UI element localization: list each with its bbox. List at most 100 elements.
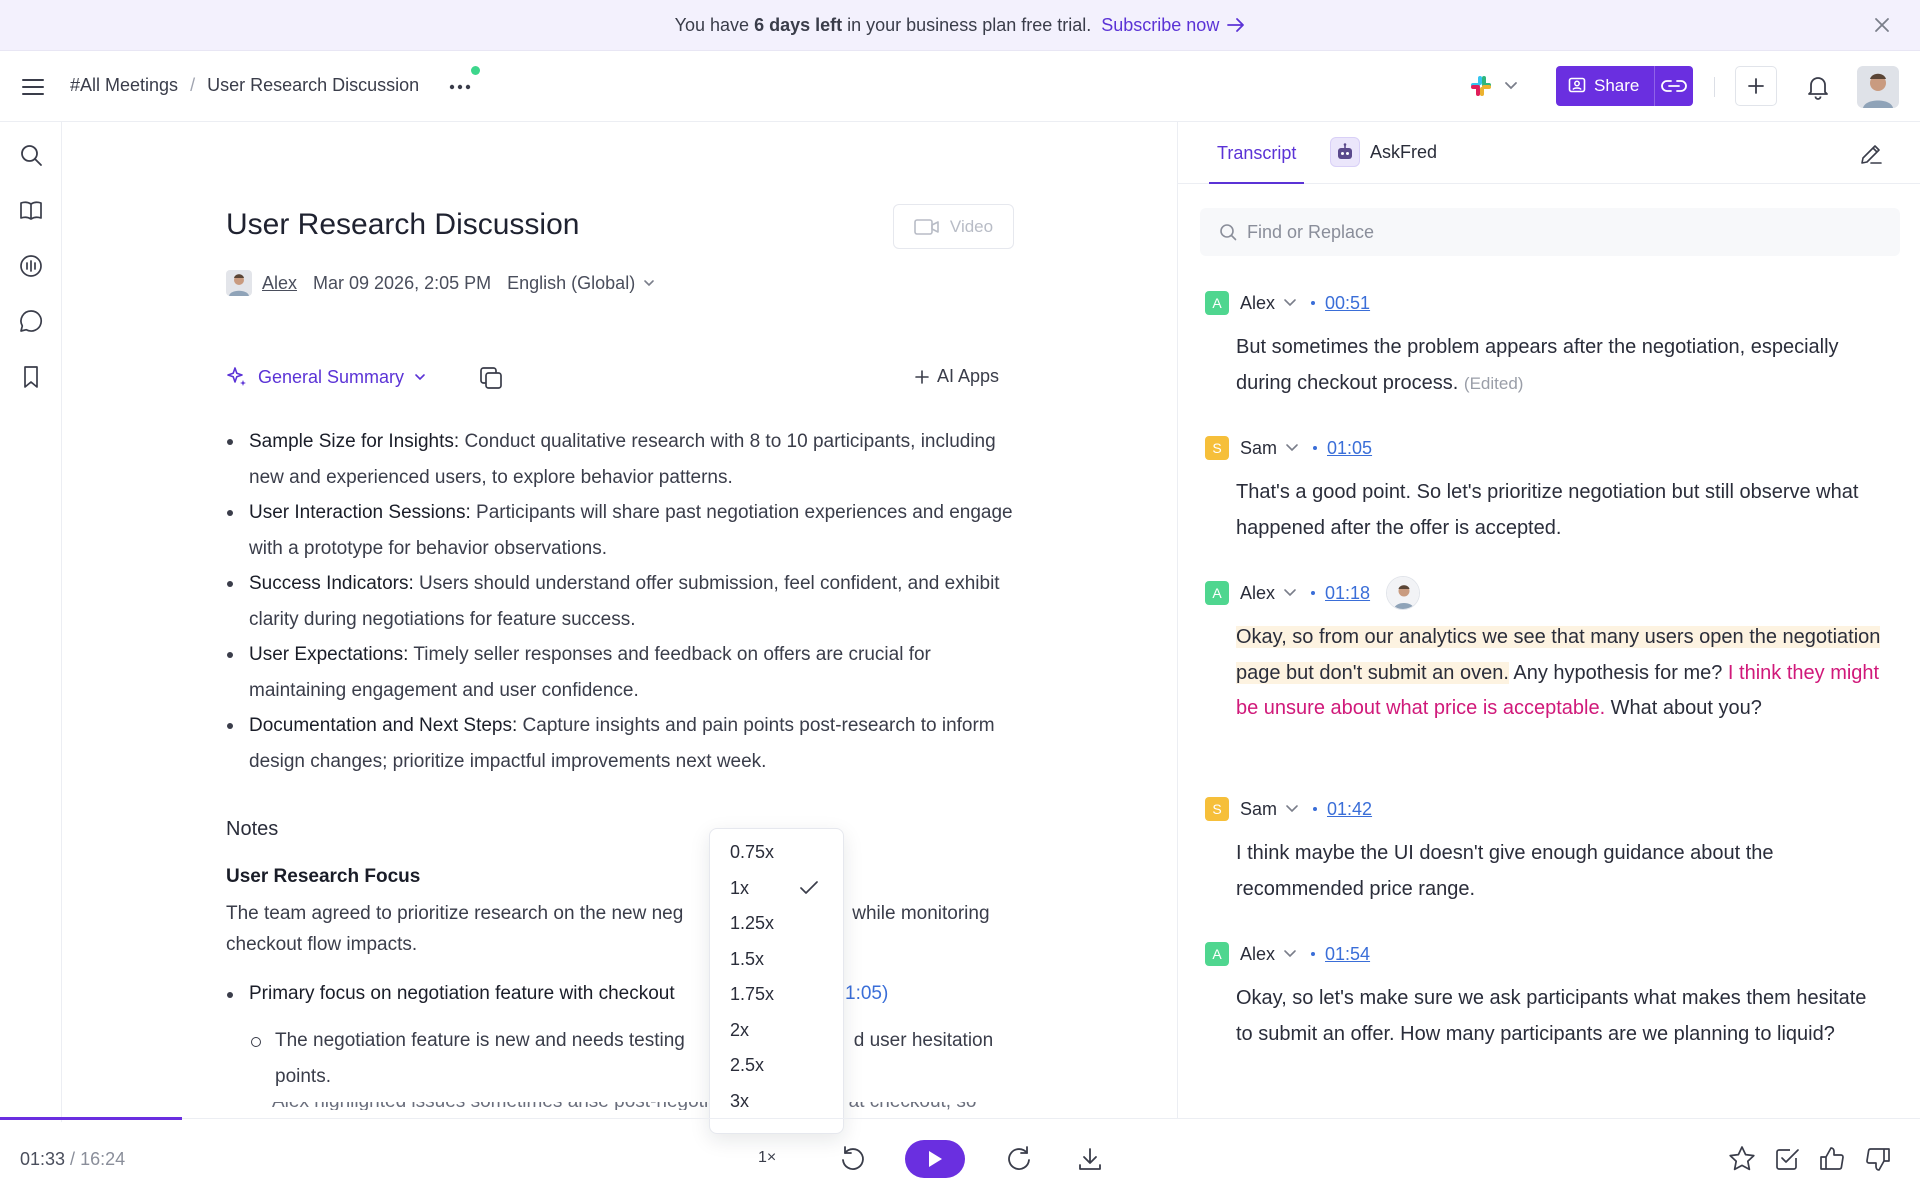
share-label: Share xyxy=(1594,76,1640,95)
separator-dot xyxy=(1311,591,1316,595)
sparkle-icon xyxy=(227,367,246,386)
transcript-entry-active: A Alex 01:18 Okay, so from our analytics… xyxy=(1205,576,1885,727)
share-button[interactable]: Share xyxy=(1556,66,1693,106)
summary-list: Sample Size for Insights: Conduct qualit… xyxy=(226,424,1016,779)
bell-icon[interactable] xyxy=(1804,73,1832,101)
summary-type-dropdown[interactable]: General Summary xyxy=(226,366,426,388)
panel-tabs: Transcript AskFred xyxy=(1178,122,1920,184)
timestamp-link[interactable]: 01:54 xyxy=(1325,944,1370,965)
timestamp-link[interactable]: 01:05 xyxy=(1327,438,1372,459)
playback-progress[interactable] xyxy=(0,1117,183,1120)
more-options-icon[interactable] xyxy=(446,73,474,101)
transcript-panel: Transcript AskFred A Alex 00:51 But some… xyxy=(1177,122,1920,1118)
timestamp-link[interactable]: 01:18 xyxy=(1325,583,1370,604)
chat-icon[interactable] xyxy=(18,308,44,334)
player-bar: 01:33 / 16:24 1× xyxy=(0,1117,1920,1200)
ai-apps-button[interactable]: AI Apps xyxy=(915,366,999,387)
header-divider xyxy=(1714,77,1715,97)
separator-dot xyxy=(1313,807,1318,811)
speed-option-selected[interactable]: 1x xyxy=(710,871,843,907)
copy-link-button[interactable] xyxy=(1655,78,1693,94)
book-icon[interactable] xyxy=(18,198,44,224)
speed-option-label: 1.75x xyxy=(730,984,775,1004)
speed-option-label: 3x xyxy=(730,1090,750,1111)
banner-prefix: You have xyxy=(674,14,750,35)
total-time: 16:24 xyxy=(80,1149,126,1169)
play-button[interactable] xyxy=(905,1140,965,1178)
search-icon[interactable] xyxy=(18,142,44,168)
banner-days: 6 days left xyxy=(754,14,843,35)
thumbs-up-icon[interactable] xyxy=(1817,1144,1847,1174)
chevron-down-icon[interactable] xyxy=(1283,588,1297,598)
video-button[interactable]: Video xyxy=(893,204,1014,249)
speed-option[interactable]: 1.25x xyxy=(710,906,843,942)
entry-text-end: What about you? xyxy=(1605,697,1762,719)
separator-dot xyxy=(1311,952,1316,956)
speed-option[interactable]: 1.5x xyxy=(710,942,843,978)
speed-option[interactable]: 1.75x xyxy=(710,977,843,1013)
timestamp-link[interactable]: 01:42 xyxy=(1327,799,1372,820)
speed-option[interactable]: 2x xyxy=(710,1013,843,1049)
speed-option-label: 1.5x xyxy=(730,948,765,969)
audio-wave-icon[interactable] xyxy=(18,253,44,279)
arrow-right-icon xyxy=(1227,18,1245,32)
online-status-dot xyxy=(471,66,480,75)
playback-time: 01:33 / 16:24 xyxy=(20,1149,125,1170)
speaker-badge: A xyxy=(1205,942,1229,966)
breadcrumb: #All Meetings / User Research Discussion xyxy=(70,75,419,96)
speed-option-label: 1x xyxy=(730,877,750,898)
chevron-down-icon[interactable] xyxy=(1285,804,1299,814)
playback-speed-menu: 0.75x 1x 1.25x 1.5x 1.75x 2x 2.5x 3x xyxy=(709,828,844,1134)
speed-option[interactable]: 0.75x xyxy=(710,835,843,871)
author-avatar-image xyxy=(226,270,252,296)
download-icon[interactable] xyxy=(1075,1144,1105,1174)
focus-bullet-timestamp[interactable]: 1:05) xyxy=(845,983,888,1005)
find-replace-input[interactable] xyxy=(1247,221,1847,243)
close-icon[interactable] xyxy=(1872,15,1892,35)
edited-label: (Edited) xyxy=(1463,373,1524,393)
speaker-badge: S xyxy=(1205,797,1229,821)
speed-option[interactable]: 3x xyxy=(710,1084,843,1120)
play-icon xyxy=(929,1151,942,1167)
user-avatar[interactable] xyxy=(1857,66,1899,108)
add-button[interactable] xyxy=(1735,66,1777,106)
speaker-name: Alex xyxy=(1240,292,1276,313)
chevron-down-icon[interactable] xyxy=(1283,949,1297,959)
speed-option[interactable]: 2.5x xyxy=(710,1048,843,1084)
speaker-name: Alex xyxy=(1240,582,1276,603)
hamburger-menu-icon[interactable] xyxy=(20,74,46,100)
author-link[interactable]: Alex xyxy=(262,273,297,294)
author-avatar xyxy=(226,270,252,296)
language-selector[interactable]: English (Global) xyxy=(507,273,655,294)
transcript-entry: S Sam 01:05 That's a good point. So let'… xyxy=(1205,435,1885,546)
tab-transcript[interactable]: Transcript xyxy=(1209,122,1305,184)
rewind-icon[interactable] xyxy=(838,1144,868,1174)
left-rail xyxy=(0,122,62,1122)
speaker-name: Sam xyxy=(1240,437,1278,458)
entry-text: I think maybe the UI doesn't give enough… xyxy=(1236,842,1774,900)
thumbs-down-icon[interactable] xyxy=(1863,1144,1893,1174)
speaker-badge: S xyxy=(1205,436,1229,460)
task-check-icon[interactable] xyxy=(1772,1144,1802,1174)
star-icon[interactable] xyxy=(1727,1144,1757,1174)
plus-icon xyxy=(1748,78,1764,94)
speed-option-label: 2.5x xyxy=(730,1055,765,1075)
chevron-down-icon[interactable] xyxy=(1285,443,1299,453)
copy-icon[interactable] xyxy=(477,364,505,392)
speed-option-label: 2x xyxy=(730,1019,750,1040)
list-item: Success Indicators: Users should underst… xyxy=(226,566,1016,637)
chevron-down-icon[interactable] xyxy=(1283,298,1297,308)
bookmark-icon[interactable] xyxy=(18,364,44,390)
subscribe-link[interactable]: Subscribe now xyxy=(1101,15,1245,36)
share-main[interactable]: Share xyxy=(1556,76,1654,96)
tab-askfred[interactable]: AskFred xyxy=(1330,137,1437,167)
pencil-icon[interactable] xyxy=(1858,141,1884,167)
forward-icon[interactable] xyxy=(1004,1144,1034,1174)
chevron-down-icon xyxy=(1505,82,1517,90)
breadcrumb-all-meetings[interactable]: #All Meetings xyxy=(70,75,178,96)
slack-integration-dropdown[interactable] xyxy=(1470,75,1518,97)
timestamp-link[interactable]: 00:51 xyxy=(1325,293,1370,314)
ai-apps-label: AI Apps xyxy=(937,366,1000,386)
speaker-badge: A xyxy=(1205,581,1229,605)
playback-speed-button[interactable]: 1× xyxy=(758,1149,776,1167)
